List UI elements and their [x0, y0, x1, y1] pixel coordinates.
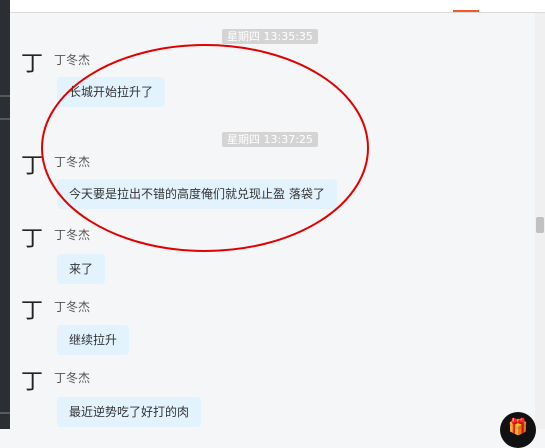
timestamp: 星期四 13:37:25: [222, 132, 318, 147]
sender-name: 丁冬杰: [54, 300, 91, 314]
message-bubble[interactable]: 继续拉升: [57, 325, 130, 355]
message-bubble[interactable]: 长城开始拉升了: [57, 77, 166, 107]
avatar[interactable]: 丁: [20, 300, 44, 324]
chat-message-list: 星期四 13:35:35 丁 丁冬杰 长城开始拉升了 星期四 13:37:25 …: [10, 13, 535, 429]
sender-name: 丁冬杰: [54, 371, 91, 385]
message-bubble[interactable]: 最近逆势吃了好打的肉: [57, 397, 202, 427]
sender-name: 丁冬杰: [54, 228, 91, 242]
sender-name: 丁冬杰: [54, 53, 91, 67]
avatar[interactable]: 丁: [20, 155, 44, 179]
avatar[interactable]: 丁: [20, 371, 44, 395]
gift-icon[interactable]: 🎁: [500, 412, 536, 448]
sender-name: 丁冬杰: [54, 155, 91, 169]
avatar[interactable]: 丁: [20, 228, 44, 252]
scrollbar-thumb[interactable]: [536, 217, 544, 233]
active-tab-indicator[interactable]: [453, 10, 479, 12]
left-sidebar-strip: [0, 0, 10, 429]
message-bubble[interactable]: 来了: [57, 254, 106, 284]
avatar[interactable]: 丁: [20, 53, 44, 77]
timestamp: 星期四 13:35:35: [222, 29, 318, 44]
message-bubble[interactable]: 今天要是拉出不错的高度俺们就兑现止盈 落袋了: [57, 179, 337, 209]
